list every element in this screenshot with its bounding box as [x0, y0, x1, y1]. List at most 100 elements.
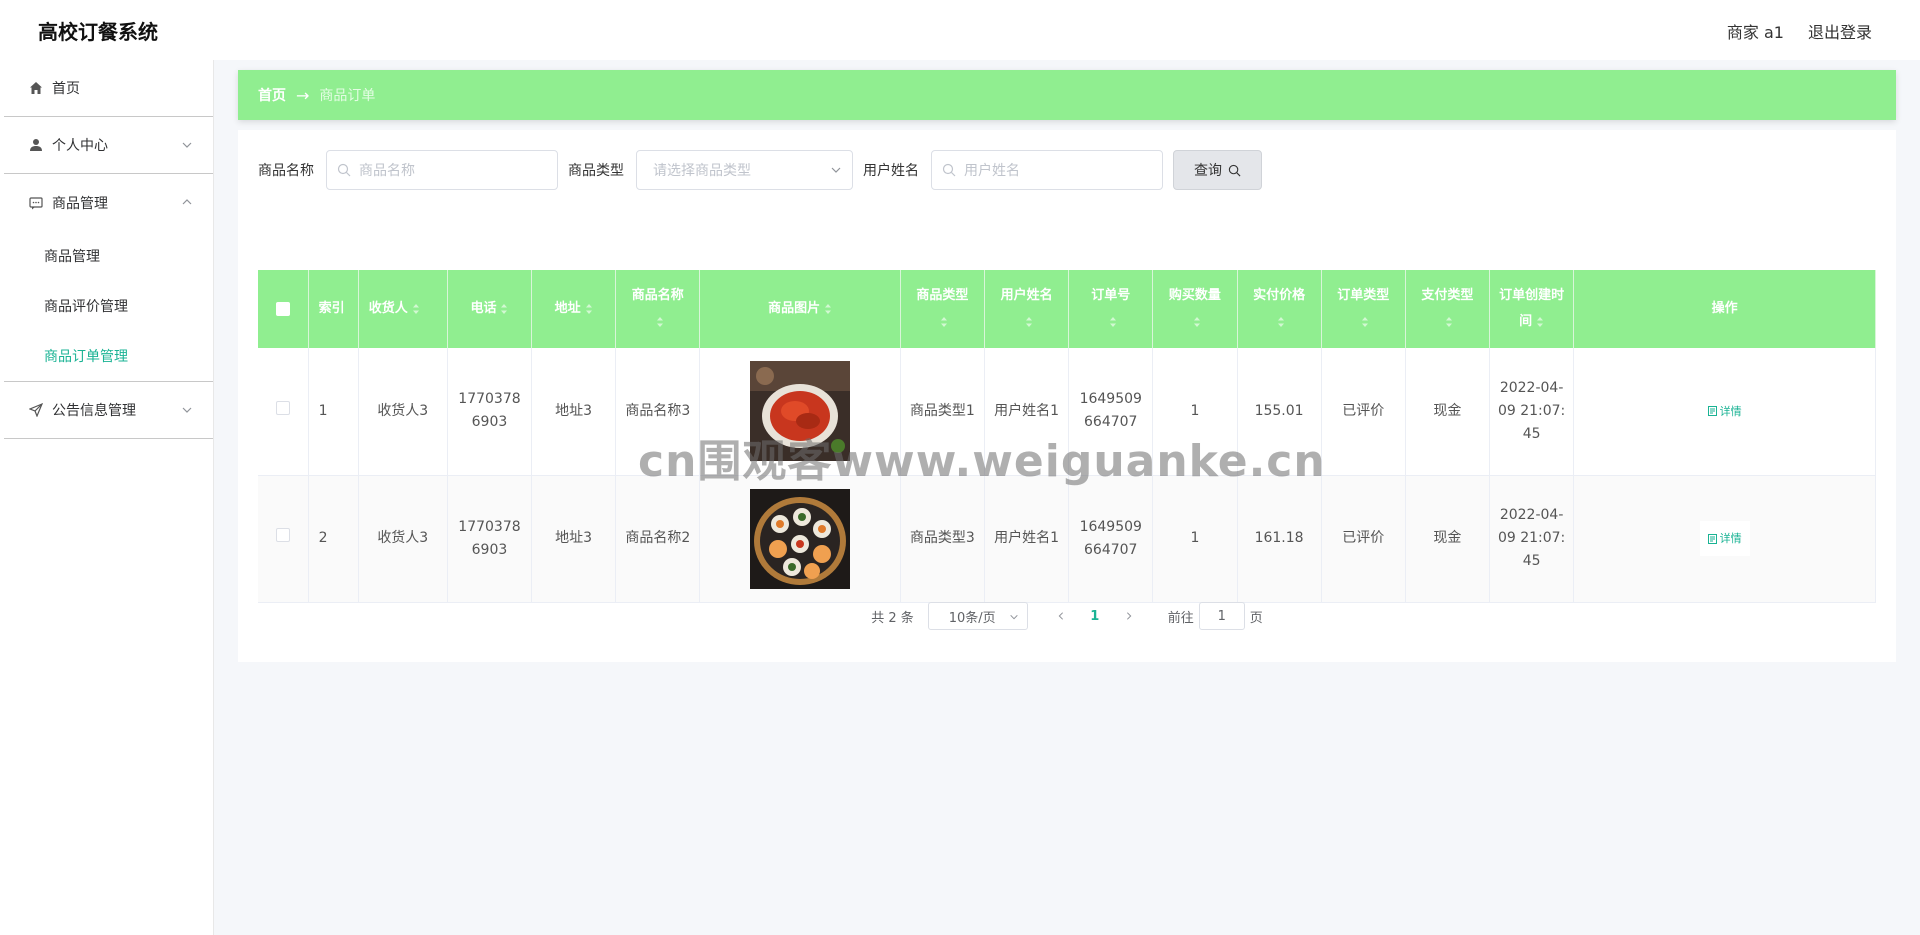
col-header-label: 商品名称 — [631, 288, 684, 303]
sidebar-subitem-products[interactable]: 商品管理 — [4, 231, 213, 281]
breadcrumb: 首页 → 商品订单 — [238, 70, 1896, 120]
sort-icon[interactable] — [1361, 316, 1369, 327]
sort-icon[interactable] — [1109, 316, 1117, 327]
col-header-order-type[interactable]: 订单类型 — [1321, 270, 1406, 348]
col-header-order-no[interactable]: 订单号 — [1068, 270, 1154, 348]
col-header-created-time[interactable]: 订单创建时间 — [1489, 270, 1575, 348]
cell-receiver: 收货人3 — [358, 348, 448, 476]
sidebar-subitem-reviews[interactable]: 商品评价管理 — [4, 281, 213, 331]
next-page-button[interactable] — [1114, 602, 1144, 630]
prev-page-button[interactable] — [1046, 602, 1076, 630]
chevron-right-icon — [1126, 612, 1132, 620]
breadcrumb-arrow: → — [296, 85, 310, 105]
search-form: 商品名称 商品名称 商品类型 请选择商品类型 用户姓名 用户姓名 查询 — [258, 150, 1262, 190]
top-header: 高校订餐系统 商家 a1 退出登录 — [0, 0, 1920, 60]
col-header-label: 地址 — [554, 301, 581, 316]
sort-icon[interactable] — [412, 303, 420, 314]
sort-icon[interactable] — [1445, 316, 1453, 327]
col-header-label: 电话 — [470, 301, 497, 316]
chevron-up-icon — [182, 199, 192, 205]
col-header-label: 实付价格 — [1253, 288, 1306, 303]
cell-product-image — [699, 475, 901, 603]
product-name-label: 商品名称 — [258, 163, 314, 179]
send-icon — [28, 402, 44, 418]
sort-icon[interactable] — [1025, 316, 1033, 327]
query-button[interactable]: 查询 — [1173, 150, 1262, 190]
cell-index: 1 — [308, 348, 359, 476]
col-header-price[interactable]: 实付价格 — [1237, 270, 1322, 348]
table-row: 2 收货人3 17703786903 地址3 商品名称2 商品类型3 用户姓名1… — [258, 475, 1876, 603]
sort-icon[interactable] — [1536, 316, 1544, 327]
row-select-cell[interactable] — [258, 475, 309, 603]
product-type-select[interactable]: 请选择商品类型 — [636, 150, 853, 190]
current-user-label[interactable]: 商家 a1 — [1727, 19, 1784, 43]
sidebar-item-label: 个人中心 — [52, 138, 108, 154]
cell-price: 161.18 — [1237, 475, 1322, 603]
sidebar-item-announcements[interactable]: 公告信息管理 — [4, 382, 213, 439]
cell-receiver: 收货人3 — [358, 475, 448, 603]
sidebar-item-personal-center[interactable]: 个人中心 — [4, 117, 213, 174]
cell-address: 地址3 — [531, 475, 617, 603]
page-number-current[interactable]: 1 — [1076, 602, 1114, 630]
goto-label: 前往 — [1167, 610, 1194, 626]
page-size-select[interactable]: 10条/页 — [927, 602, 1028, 630]
sidebar-item-product-management[interactable]: 商品管理 — [4, 174, 213, 231]
detail-button[interactable]: 详情 — [1699, 393, 1750, 429]
row-checkbox[interactable] — [275, 528, 290, 542]
sort-icon[interactable] — [1193, 316, 1201, 327]
cell-phone: 17703786903 — [447, 348, 533, 476]
cell-actions: 详情 — [1573, 475, 1876, 603]
sidebar-item-home[interactable]: 首页 — [4, 60, 213, 117]
user-name-label: 用户姓名 — [863, 163, 919, 179]
row-select-cell[interactable] — [258, 348, 309, 476]
user-name-input[interactable]: 用户姓名 — [931, 150, 1163, 190]
sidebar-subitem-orders[interactable]: 商品订单管理 — [4, 331, 213, 381]
query-button-label: 查询 — [1194, 163, 1222, 179]
user-name-placeholder: 用户姓名 — [964, 163, 1020, 179]
product-image — [750, 488, 851, 589]
sidebar-item-label: 首页 — [52, 81, 80, 97]
chevron-down-icon — [831, 167, 841, 173]
goto-page-input[interactable]: 1 — [1198, 602, 1245, 630]
chat-icon — [28, 195, 44, 211]
select-all-checkbox[interactable] — [275, 301, 290, 316]
col-header-receiver[interactable]: 收货人 — [358, 270, 448, 348]
product-name-input[interactable]: 商品名称 — [326, 150, 558, 190]
cell-product-type: 商品类型3 — [900, 475, 985, 603]
table-header-row: 索引 收货人 电话 地址 商品名称 商品图片 商品类型 用户姓名 订单号 购买数… — [258, 270, 1876, 348]
col-header-pay-type[interactable]: 支付类型 — [1405, 270, 1491, 348]
col-header-product-type[interactable]: 商品类型 — [900, 270, 985, 348]
sidebar-item-label: 公告信息管理 — [52, 403, 136, 419]
home-icon — [28, 80, 44, 96]
pagination-total: 共 2 条 — [871, 610, 914, 626]
cell-phone: 17703786903 — [447, 475, 533, 603]
col-header-product-name[interactable]: 商品名称 — [615, 270, 701, 348]
select-all-header[interactable] — [258, 270, 309, 348]
logout-link[interactable]: 退出登录 — [1808, 19, 1872, 43]
col-header-address[interactable]: 地址 — [531, 270, 617, 348]
cell-order-type: 已评价 — [1321, 348, 1406, 476]
col-header-actions: 操作 — [1573, 270, 1876, 348]
col-header-quantity[interactable]: 购买数量 — [1152, 270, 1238, 348]
chevron-left-icon — [1058, 612, 1063, 620]
cell-product-name: 商品名称2 — [615, 475, 701, 603]
watermark-text: cn围观客www.weiguanke.cn — [638, 436, 1326, 487]
col-header-label: 订单类型 — [1337, 288, 1390, 303]
col-header-user-name[interactable]: 用户姓名 — [984, 270, 1070, 348]
detail-button[interactable]: 详情 — [1699, 521, 1750, 556]
detail-button-label: 详情 — [1719, 532, 1742, 545]
sort-icon[interactable] — [585, 303, 593, 314]
sort-icon[interactable] — [500, 303, 508, 314]
cell-address: 地址3 — [531, 348, 617, 476]
row-checkbox[interactable] — [275, 400, 290, 415]
sort-icon[interactable] — [824, 303, 832, 314]
col-header-phone[interactable]: 电话 — [447, 270, 533, 348]
col-header-product-image[interactable]: 商品图片 — [699, 270, 901, 348]
page-jumper: 前往 1 页 — [1168, 602, 1263, 630]
breadcrumb-home[interactable]: 首页 — [258, 85, 286, 105]
pagination: 共 2 条 10条/页 1 前往 1 页 — [238, 602, 1896, 630]
sort-icon[interactable] — [940, 316, 948, 327]
sort-icon[interactable] — [1277, 316, 1285, 327]
product-submenu: 商品管理 商品评价管理 商品订单管理 — [4, 231, 213, 382]
sort-icon[interactable] — [656, 316, 664, 327]
